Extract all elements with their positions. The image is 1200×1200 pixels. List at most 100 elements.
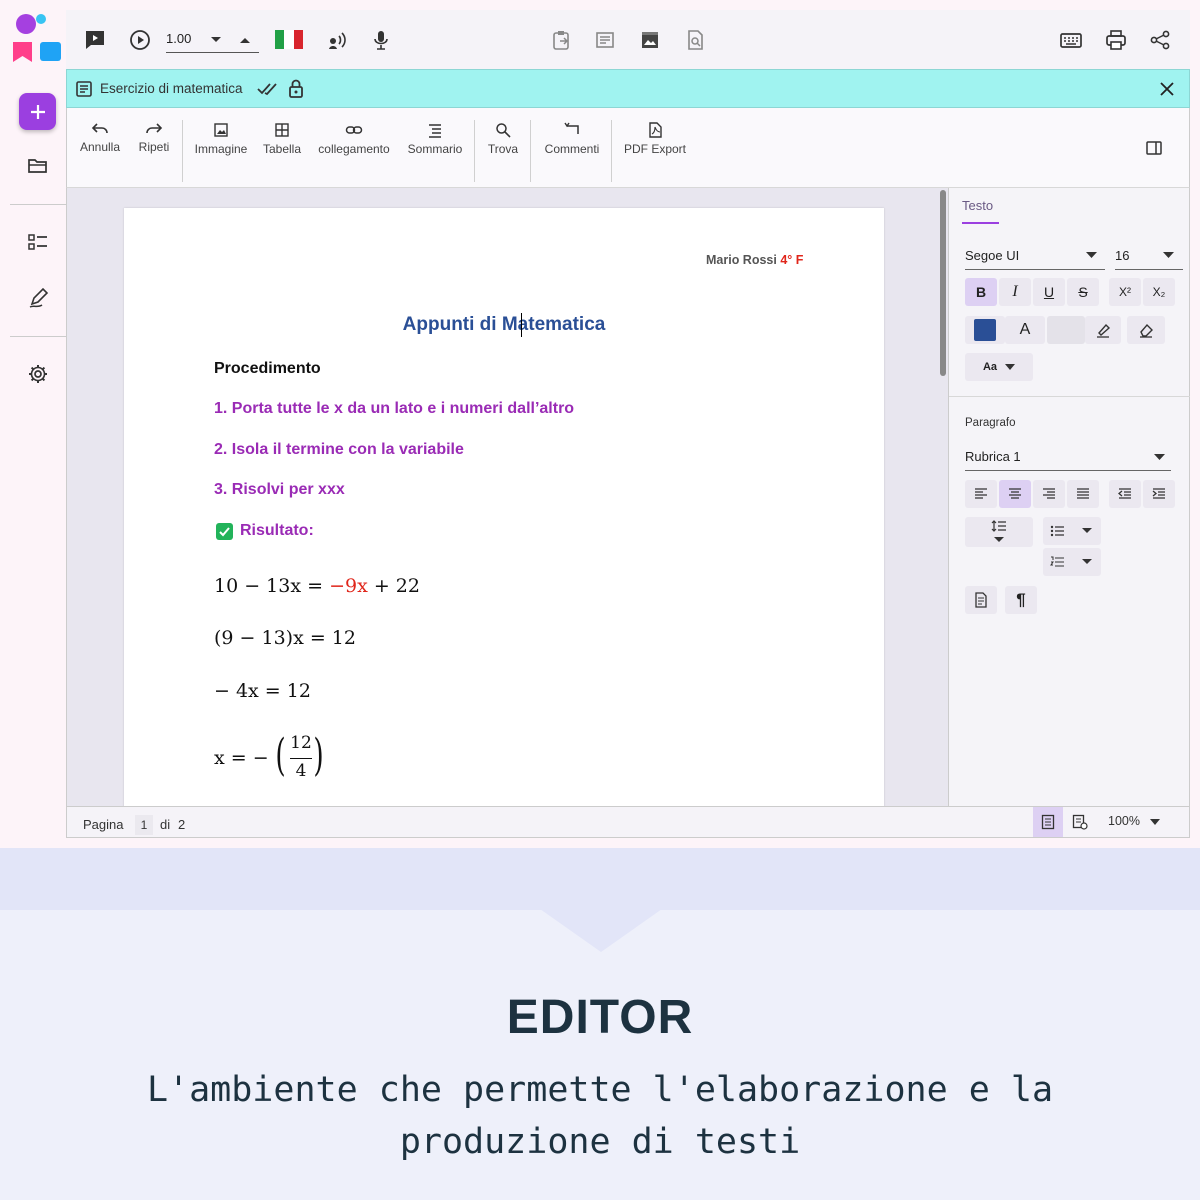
align-left-icon <box>975 488 987 499</box>
chevron-down-icon[interactable] <box>210 36 222 44</box>
web-layout-button[interactable] <box>1065 807 1095 837</box>
text-tool-button[interactable] <box>593 28 617 52</box>
text-cursor <box>521 313 522 337</box>
document-canvas[interactable]: Mario Rossi 4° F Appunti di Matematica P… <box>66 188 948 806</box>
ribbon-divider <box>474 120 475 182</box>
bold-button[interactable]: B <box>965 278 997 306</box>
undo-button[interactable]: Annulla <box>79 122 121 172</box>
step-item: 1. Porta tutte le x da un lato e i numer… <box>214 400 575 417</box>
italic-button[interactable]: I <box>999 278 1031 306</box>
link-label: collegamento <box>318 142 390 156</box>
font-color-button[interactable]: A <box>1005 316 1045 344</box>
voice-icon <box>329 32 346 49</box>
superscript-button[interactable]: X² <box>1109 278 1141 306</box>
clipboard-button[interactable] <box>549 28 573 52</box>
highlight-swatch[interactable] <box>1047 316 1085 344</box>
clear-format-button[interactable] <box>1127 316 1165 344</box>
print-button[interactable] <box>1104 28 1128 52</box>
insert-table-button[interactable]: Tabella <box>260 122 304 172</box>
play-button[interactable] <box>128 28 152 52</box>
speech-bubble-button[interactable] <box>83 28 107 52</box>
align-justify-button[interactable] <box>1067 480 1099 508</box>
font-size-value: 16 <box>1115 248 1130 263</box>
fraction-bar <box>290 758 312 759</box>
paragraph-style-select[interactable]: Rubrica 1 <box>965 444 1171 471</box>
share-icon <box>1150 30 1170 50</box>
show-formatting-button[interactable]: ¶ <box>1005 586 1037 614</box>
underline-button[interactable]: U <box>1033 278 1065 306</box>
pdf-icon <box>649 122 662 138</box>
italian-flag-icon[interactable] <box>275 30 303 49</box>
comments-label: Commenti <box>544 142 600 156</box>
bullet-list-button[interactable] <box>1043 517 1101 545</box>
checklist-button[interactable] <box>20 224 56 260</box>
step-item: 2. Isola il termine con la variabile <box>214 441 464 458</box>
align-right-button[interactable] <box>1033 480 1065 508</box>
panel-icon[interactable] <box>1145 140 1163 156</box>
microphone-button[interactable] <box>369 28 393 52</box>
search-doc-icon <box>688 30 703 50</box>
document-icon <box>1041 814 1055 830</box>
share-button[interactable] <box>1148 28 1172 52</box>
undo-icon <box>91 123 108 134</box>
find-button[interactable]: Trova <box>485 122 521 172</box>
editor-ribbon: Annulla Ripeti Immagine Tabella collegam… <box>66 108 1190 188</box>
print-layout-button[interactable] <box>1033 807 1063 837</box>
align-center-icon <box>1009 488 1021 499</box>
class-label: 4° F <box>780 253 804 267</box>
close-icon[interactable] <box>1160 82 1174 96</box>
page-label: Pagina <box>83 817 124 832</box>
chevron-down-icon <box>1086 252 1097 258</box>
tab-text[interactable]: Testo <box>962 198 993 213</box>
paragraph-style-value: Rubrica 1 <box>965 449 1021 464</box>
subscript-button[interactable]: X₂ <box>1143 278 1175 306</box>
page-icon <box>975 592 987 608</box>
text-case-select[interactable]: Aa <box>965 353 1033 381</box>
speed-selector[interactable]: 1.00 <box>166 27 259 53</box>
table-label: Tabella <box>262 142 302 156</box>
chevron-up-icon[interactable] <box>239 36 251 44</box>
page-number-input[interactable]: 1 <box>135 815 153 835</box>
print-icon <box>1106 30 1126 50</box>
status-bar: Pagina 1 di 2 100% <box>66 806 1190 838</box>
zoom-select[interactable]: 100% <box>1108 814 1164 832</box>
document-page[interactable]: Mario Rossi 4° F Appunti di Matematica P… <box>124 208 884 806</box>
font-family-select[interactable]: Segoe UI <box>965 244 1105 270</box>
toc-icon <box>429 124 441 138</box>
strikethrough-button[interactable]: S <box>1067 278 1099 306</box>
search-document-button[interactable] <box>683 28 707 52</box>
settings-button[interactable] <box>20 356 56 392</box>
lock-icon[interactable] <box>288 79 304 98</box>
indent-button[interactable] <box>1143 480 1175 508</box>
text-color-button[interactable] <box>965 316 1005 344</box>
align-center-button[interactable] <box>999 480 1031 508</box>
image-icon <box>214 123 228 137</box>
highlight-button[interactable] <box>1085 316 1121 344</box>
table-of-contents-button[interactable]: Sommario <box>405 122 465 172</box>
voice-button[interactable] <box>325 28 349 52</box>
font-size-select[interactable]: 16 <box>1115 244 1183 270</box>
image-tool-button[interactable] <box>638 28 662 52</box>
annotate-button[interactable] <box>20 280 56 316</box>
clipboard-icon <box>553 31 569 50</box>
logo-icon <box>12 12 64 62</box>
insert-image-button[interactable]: Immagine <box>193 122 249 172</box>
open-folder-button[interactable] <box>20 148 56 184</box>
keyboard-icon <box>1060 33 1082 48</box>
comments-button[interactable]: Commenti <box>541 122 603 172</box>
highlighter-icon <box>1097 323 1111 338</box>
outdent-button[interactable] <box>1109 480 1141 508</box>
page-break-button[interactable] <box>965 586 997 614</box>
redo-button[interactable]: Ripeti <box>135 122 173 172</box>
step-item: 3. Risolvi per xxx <box>214 481 345 498</box>
keyboard-button[interactable] <box>1059 28 1083 52</box>
align-left-button[interactable] <box>965 480 997 508</box>
line-spacing-button[interactable] <box>965 517 1033 547</box>
numbered-list-button[interactable] <box>1043 548 1101 576</box>
comment-icon <box>564 122 579 134</box>
insert-link-button[interactable]: collegamento <box>316 122 392 172</box>
new-document-button[interactable] <box>19 93 56 130</box>
pdf-export-button[interactable]: PDF Export <box>623 122 687 172</box>
scrollbar[interactable] <box>940 190 946 376</box>
image-label: Immagine <box>194 142 248 156</box>
